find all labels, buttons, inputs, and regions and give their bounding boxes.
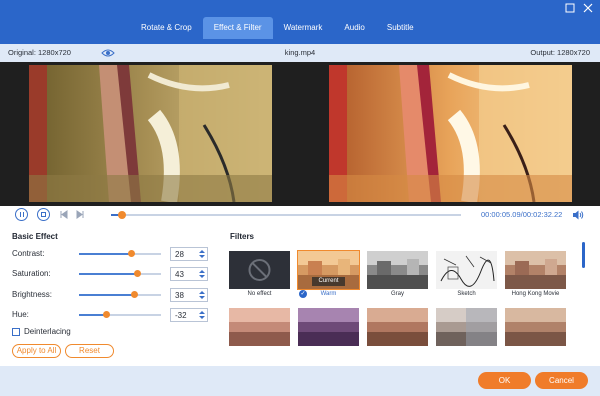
brightness-value[interactable]: 38 (175, 291, 184, 300)
tab-bar: Rotate & Crop Effect & Filter Watermark … (130, 17, 425, 39)
contrast-slider[interactable] (79, 250, 161, 257)
preview-area (0, 62, 600, 206)
chevron-up-icon[interactable] (199, 250, 205, 253)
brightness-label: Brightness: (12, 290, 53, 299)
total-time: 00:02:32.22 (522, 210, 563, 219)
filter-row2-1[interactable] (229, 308, 290, 346)
filter-row2-2[interactable] (298, 308, 359, 346)
reset-button[interactable]: Reset (65, 344, 114, 358)
stop-button[interactable] (37, 208, 50, 221)
filter-label-no-effect: No effect (247, 291, 272, 297)
tab-audio[interactable]: Audio (333, 17, 375, 39)
title-bar: Rotate & Crop Effect & Filter Watermark … (0, 0, 600, 44)
filter-no-effect[interactable] (229, 251, 290, 289)
player-controls: 00:00:05.09/00:02:32.22 (0, 206, 600, 224)
hue-label: Hue: (12, 310, 29, 319)
saturation-stepper[interactable]: 43 (170, 267, 208, 281)
filter-gray[interactable] (367, 251, 428, 289)
filter-sketch[interactable] (436, 251, 497, 289)
filter-row2-4[interactable] (436, 308, 497, 346)
file-name: king.mp4 (284, 48, 316, 57)
filter-thumbnail (367, 308, 428, 346)
previous-frame-icon[interactable] (59, 210, 69, 219)
time-readout: 00:00:05.09/00:02:32.22 (481, 210, 562, 219)
filter-hong-kong-movie[interactable] (505, 251, 566, 289)
pause-button[interactable] (15, 208, 28, 221)
saturation-slider-knob[interactable] (133, 270, 141, 277)
hong-kong-movie-thumbnail (505, 251, 566, 289)
hue-value[interactable]: -32 (175, 311, 187, 320)
output-video-frame (329, 65, 572, 202)
tab-watermark[interactable]: Watermark (273, 17, 334, 39)
hue-slider[interactable] (79, 311, 161, 318)
deinterlacing-checkbox[interactable] (12, 328, 20, 336)
volume-icon[interactable] (572, 209, 584, 221)
next-frame-icon[interactable] (75, 210, 85, 219)
close-icon[interactable] (582, 3, 594, 15)
filter-row2-5[interactable] (505, 308, 566, 346)
chevron-down-icon[interactable] (199, 296, 205, 299)
filter-thumbnail (229, 308, 290, 346)
filters-title: Filters (230, 232, 255, 241)
output-resolution: Output: 1280x720 (530, 48, 590, 57)
progress-bar[interactable] (111, 211, 461, 219)
brightness-slider[interactable] (79, 291, 161, 298)
hue-stepper[interactable]: -32 (170, 308, 208, 322)
tab-rotate-crop[interactable]: Rotate & Crop (130, 17, 203, 39)
contrast-label: Contrast: (12, 249, 45, 258)
pause-icon (19, 212, 24, 217)
tab-effect-filter[interactable]: Effect & Filter (202, 17, 273, 39)
no-effect-thumbnail (229, 251, 290, 289)
filter-label-hong-kong-movie: Hong Kong Movie (511, 291, 560, 297)
hue-slider-knob[interactable] (102, 311, 110, 318)
current-time: 00:00:05.09 (481, 210, 521, 219)
contrast-stepper[interactable]: 28 (170, 247, 208, 261)
chevron-down-icon[interactable] (199, 316, 205, 319)
brightness-slider-knob[interactable] (131, 291, 139, 298)
chevron-down-icon[interactable] (199, 255, 205, 258)
sketch-thumbnail (436, 251, 497, 289)
gray-thumbnail (367, 251, 428, 289)
tab-subtitle[interactable]: Subtitle (376, 17, 425, 39)
contrast-value[interactable]: 28 (175, 250, 184, 259)
filter-thumbnail (298, 308, 359, 346)
deinterlacing-label: Deinterlacing (24, 327, 71, 336)
filter-thumbnail (505, 308, 566, 346)
basic-effect-title: Basic Effect (12, 232, 58, 241)
filter-label-gray: Gray (390, 291, 404, 297)
cancel-button[interactable]: Cancel (535, 372, 588, 389)
contrast-slider-fill (79, 253, 132, 255)
saturation-slider-fill (79, 273, 138, 275)
progress-thumb[interactable] (117, 211, 126, 219)
footer-bar: OK Cancel (0, 366, 600, 396)
filter-warm[interactable]: Current (297, 250, 360, 290)
filter-thumbnail (436, 308, 497, 346)
info-bar: Original: 1280x720 king.mp4 Output: 1280… (0, 44, 600, 62)
chevron-up-icon[interactable] (199, 270, 205, 273)
restore-icon[interactable] (564, 3, 576, 15)
hue-slider-fill (79, 314, 107, 316)
chevron-up-icon[interactable] (199, 291, 205, 294)
chevron-up-icon[interactable] (199, 311, 205, 314)
stop-icon (41, 212, 46, 217)
saturation-slider[interactable] (79, 270, 161, 277)
brightness-stepper[interactable]: 38 (170, 288, 208, 302)
original-video-frame (29, 65, 272, 202)
current-filter-tag: Current (312, 277, 345, 286)
filter-row2-3[interactable] (367, 308, 428, 346)
apply-to-all-button[interactable]: Apply to All (12, 344, 61, 358)
filter-label-warm: Warm (320, 291, 337, 297)
filter-label-sketch: Sketch (457, 291, 476, 297)
brightness-slider-fill (79, 294, 135, 296)
filters-scrollbar[interactable] (582, 242, 585, 268)
saturation-label: Saturation: (12, 269, 51, 278)
saturation-value[interactable]: 43 (175, 270, 184, 279)
ok-button[interactable]: OK (478, 372, 531, 389)
chevron-down-icon[interactable] (199, 275, 205, 278)
contrast-slider-knob[interactable] (127, 250, 135, 257)
